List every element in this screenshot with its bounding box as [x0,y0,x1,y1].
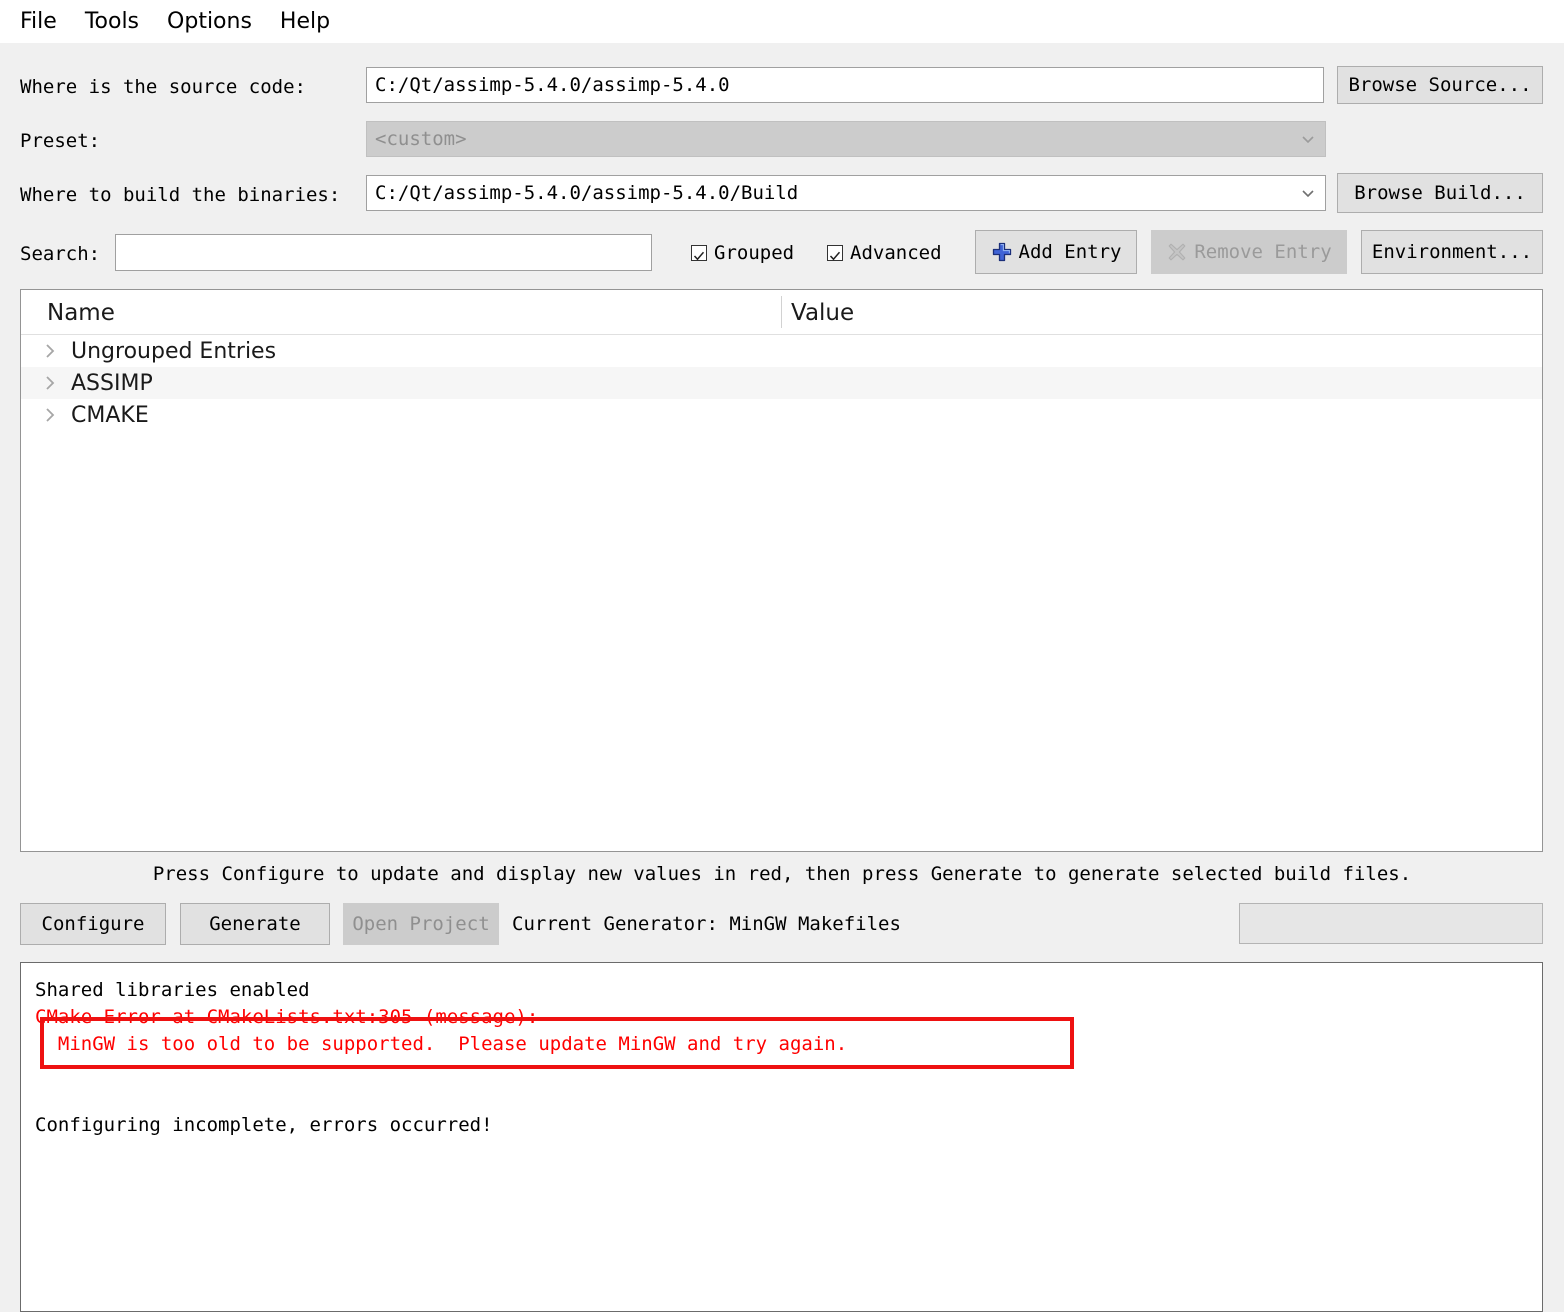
column-header-value[interactable]: Value [791,300,854,326]
cross-icon [1166,241,1188,263]
advanced-checkbox-label: Advanced [850,242,942,264]
preset-combobox-value: <custom> [375,128,467,150]
tree-row-label: ASSIMP [71,370,153,396]
column-header-name[interactable]: Name [47,300,115,326]
tree-row[interactable]: CMAKE [21,399,1542,431]
generate-button[interactable]: Generate [180,903,330,945]
check-icon [691,245,707,261]
cache-entries-tree[interactable]: Name Value Ungrouped Entries ASSIMP CMAK… [20,289,1543,852]
grouped-checkbox-label: Grouped [714,242,795,264]
tree-row[interactable]: ASSIMP [21,367,1542,399]
configure-button[interactable]: Configure [20,903,166,945]
browse-build-button[interactable]: Browse Build... [1337,173,1543,213]
build-binaries-combobox[interactable]: C:/Qt/assimp-5.4.0/assimp-5.4.0/Build [366,175,1326,211]
progress-bar [1239,903,1543,944]
chevron-right-icon[interactable] [39,372,61,394]
source-code-label: Where is the source code: [20,76,306,98]
add-entry-button[interactable]: Add Entry [975,230,1137,274]
configure-hint-text: Press Configure to update and display ne… [152,863,1412,885]
source-code-input[interactable]: C:/Qt/assimp-5.4.0/assimp-5.4.0 [366,67,1324,103]
search-input[interactable] [115,234,652,271]
add-entry-label: Add Entry [1018,241,1122,263]
check-icon [827,245,843,261]
current-generator-label: Current Generator: MinGW Makefiles [512,913,901,935]
chevron-down-icon [1299,130,1317,148]
open-project-button[interactable]: Open Project [343,903,499,945]
grouped-checkbox[interactable]: Grouped [691,242,794,264]
remove-entry-button[interactable]: Remove Entry [1151,230,1347,274]
tree-row-label: CMAKE [71,402,149,428]
column-divider[interactable] [781,296,782,328]
build-binaries-value: C:/Qt/assimp-5.4.0/assimp-5.4.0/Build [375,182,799,204]
preset-label: Preset: [20,130,101,152]
advanced-checkbox[interactable]: Advanced [827,242,942,264]
menu-bar: File Tools Options Help [0,0,1564,43]
remove-entry-label: Remove Entry [1194,241,1332,263]
search-label: Search: [20,243,101,265]
tree-row[interactable]: Ungrouped Entries [21,335,1542,367]
environment-button[interactable]: Environment... [1361,230,1543,274]
build-binaries-label: Where to build the binaries: [20,184,341,206]
browse-source-button[interactable]: Browse Source... [1337,66,1543,104]
tree-row-label: Ungrouped Entries [71,338,277,364]
main-window-body: Where is the source code: C:/Qt/assimp-5… [0,43,1564,1312]
menu-options[interactable]: Options [153,7,266,36]
log-line: Configuring incomplete, errors occurred! [35,1114,493,1136]
log-line: MinGW is too old to be supported. Please… [35,1033,848,1055]
log-line: CMake Error at CMakeLists.txt:305 (messa… [35,1006,539,1028]
preset-combobox[interactable]: <custom> [366,121,1326,157]
tree-header-row: Name Value [21,290,1542,335]
chevron-right-icon[interactable] [39,340,61,362]
chevron-right-icon[interactable] [39,404,61,426]
log-line: Shared libraries enabled [35,979,310,1001]
output-log[interactable]: Shared libraries enabled CMake Error at … [20,962,1543,1312]
chevron-down-icon [1299,184,1317,202]
menu-file[interactable]: File [16,7,71,36]
menu-tools[interactable]: Tools [71,7,153,36]
plus-icon [991,241,1013,263]
menu-help[interactable]: Help [266,7,344,36]
